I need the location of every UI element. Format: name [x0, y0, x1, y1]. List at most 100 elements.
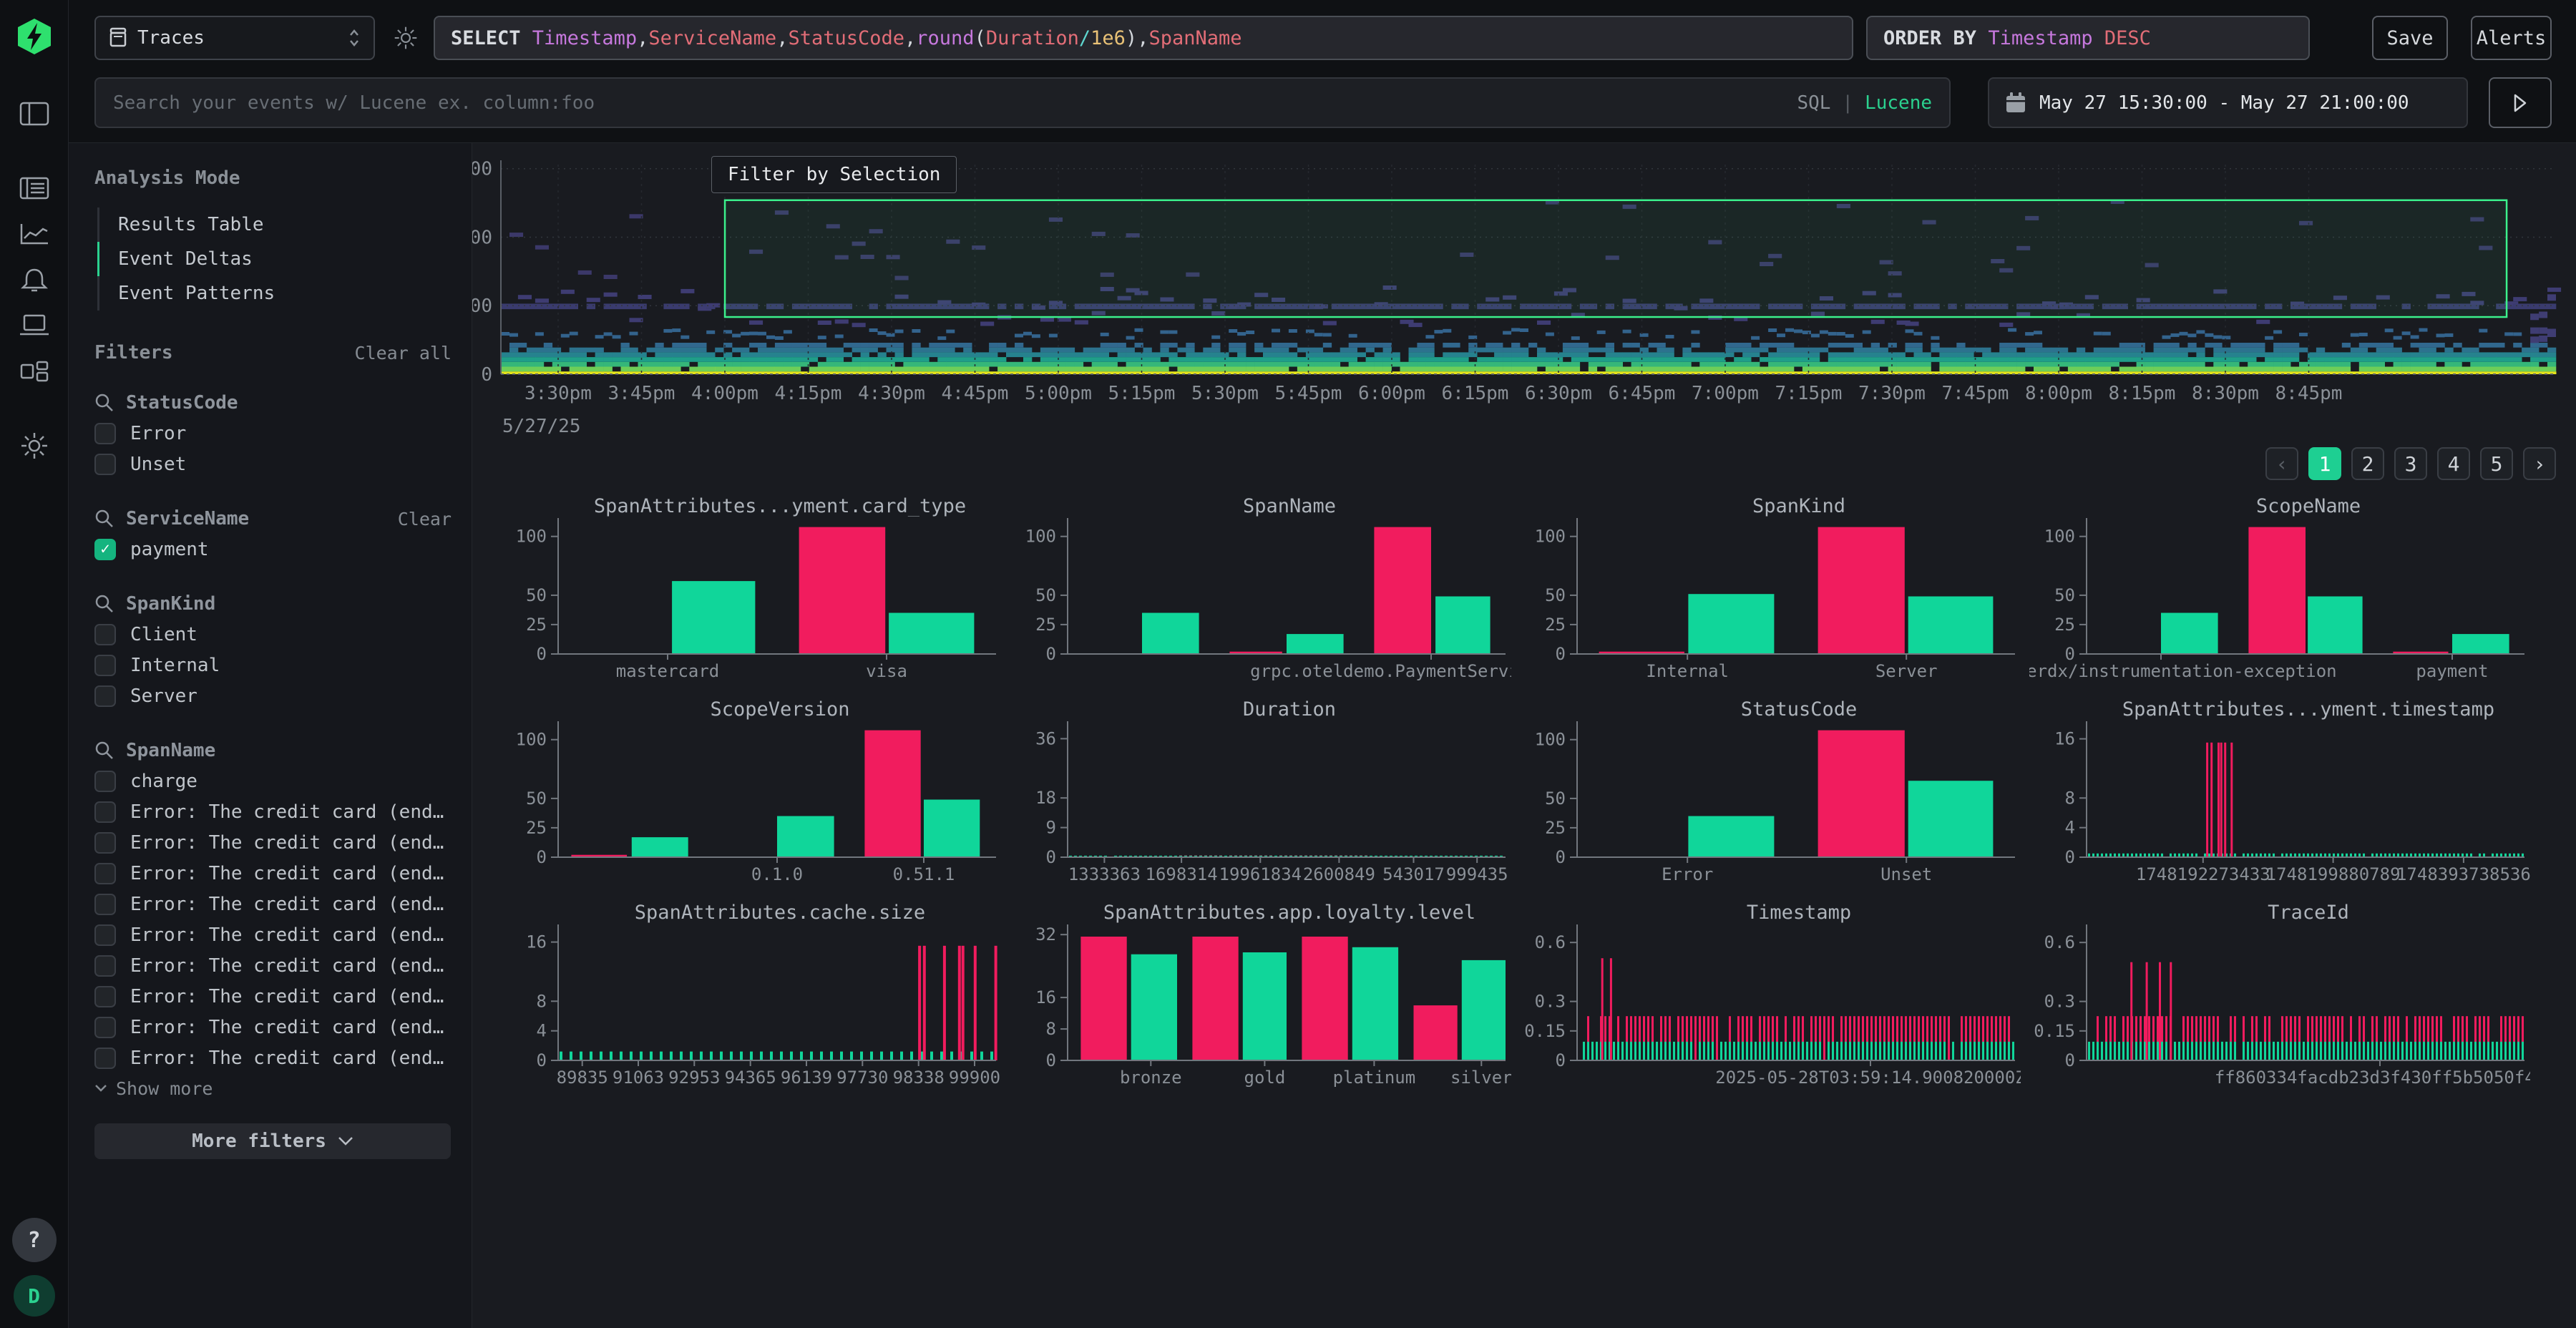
analysis-mode-results-table[interactable]: Results Table — [99, 208, 452, 242]
checkbox-unchecked[interactable] — [94, 454, 116, 475]
checkbox-unchecked[interactable] — [94, 771, 116, 792]
filter-option[interactable]: charge — [94, 766, 452, 796]
page-next-button[interactable]: › — [2523, 447, 2556, 480]
mini-chart-plot-timestamp[interactable]: 00.150.30.62025-05-28T03:59:14.900820000… — [1520, 923, 2021, 1089]
mini-chart-loyalty_level: SpanAttributes.app.loyalty.level081632br… — [1010, 902, 1511, 1094]
select-query-input[interactable]: SELECT Timestamp,ServiceName,StatusCode,… — [434, 16, 1853, 60]
analysis-mode-event-patterns[interactable]: Event Patterns — [99, 276, 452, 311]
save-button[interactable]: Save — [2372, 16, 2448, 60]
alerts-bell-icon[interactable] — [0, 257, 69, 303]
filter-option[interactable]: Error — [94, 418, 452, 449]
filter-option[interactable]: ✓payment — [94, 534, 452, 565]
date-range-picker[interactable]: May 27 15:30:00 - May 27 21:00:00 — [1988, 77, 2468, 128]
search-input[interactable]: Search your events w/ Lucene ex. column:… — [94, 77, 1951, 128]
lang-sql[interactable]: SQL — [1797, 92, 1830, 114]
search-icon — [94, 594, 114, 614]
filter-option[interactable]: Error: The credit card (end… — [94, 796, 452, 827]
analysis-mode-event-deltas[interactable]: Event Deltas — [99, 242, 452, 276]
page-2-button[interactable]: 2 — [2351, 447, 2384, 480]
filter-option-label: Error: The credit card (end… — [130, 832, 444, 854]
checkbox-unchecked[interactable] — [94, 1017, 116, 1038]
mini-chart-plot-scope_name[interactable]: 02550100@hyperdx/instrumentation-excepti… — [2029, 517, 2530, 683]
filter-option[interactable]: Error: The credit card (end… — [94, 919, 452, 950]
filter-option[interactable]: Internal — [94, 650, 452, 680]
alerts-button[interactable]: Alerts — [2471, 16, 2552, 60]
filter-by-selection-button[interactable]: Filter by Selection — [711, 156, 957, 193]
filter-option[interactable]: Error: The credit card (end… — [94, 981, 452, 1012]
sessions-icon[interactable] — [0, 303, 69, 348]
order-by-input[interactable]: ORDER BY Timestamp DESC — [1866, 16, 2310, 60]
settings-gear-icon[interactable] — [0, 423, 69, 469]
checkbox-unchecked[interactable] — [94, 624, 116, 645]
help-button[interactable]: ? — [12, 1218, 57, 1262]
mini-chart-plot-span_kind[interactable]: 02550100InternalServer — [1520, 517, 2021, 683]
checkbox-unchecked[interactable] — [94, 986, 116, 1007]
filter-option[interactable]: Error: The credit card (end… — [94, 1043, 452, 1073]
mini-chart-plot-span_name[interactable]: 02550100grpc.oteldemo.PaymentService/Cha… — [1010, 517, 1511, 683]
more-filters-button[interactable]: More filters — [94, 1123, 451, 1159]
mini-chart-plot-trace_id[interactable]: 00.150.30.6ff860334facdb23d3f430ff5b5050… — [2029, 923, 2530, 1089]
checkbox-unchecked[interactable] — [94, 685, 116, 707]
filter-option-label: Error: The credit card (end… — [130, 863, 444, 884]
source-settings-gear-icon[interactable] — [384, 16, 428, 60]
filter-option[interactable]: Error: The credit card (end… — [94, 889, 452, 919]
checkbox-unchecked[interactable] — [94, 1048, 116, 1069]
page-4-button[interactable]: 4 — [2437, 447, 2470, 480]
checkbox-unchecked[interactable] — [94, 955, 116, 977]
page-prev-button[interactable]: ‹ — [2265, 447, 2298, 480]
page-1-button[interactable]: 1 — [2308, 447, 2341, 480]
svg-text:0: 0 — [2065, 1050, 2075, 1070]
show-more-button[interactable]: Show more — [94, 1073, 452, 1103]
query-token: 1e6 — [1091, 27, 1126, 49]
dashboards-icon[interactable] — [0, 348, 69, 394]
checkbox-unchecked[interactable] — [94, 894, 116, 915]
query-token: ) — [1126, 27, 1137, 49]
mini-chart-plot-duration[interactable]: 0918361333363169831419961834260084954301… — [1010, 720, 1511, 886]
mini-chart-plot-scope_version[interactable]: 025501000.1.00.51.1 — [501, 720, 1002, 886]
mini-chart-plot-card_type[interactable]: 02550100mastercardvisa — [501, 517, 1002, 683]
mini-chart-cache_size: SpanAttributes.cache.size048168983591063… — [501, 902, 1002, 1094]
checkbox-unchecked[interactable] — [94, 801, 116, 823]
user-avatar[interactable]: D — [14, 1275, 55, 1317]
run-query-button[interactable] — [2489, 77, 2552, 128]
source-select[interactable]: Traces — [94, 16, 375, 60]
checkbox-unchecked[interactable] — [94, 655, 116, 676]
filter-option[interactable]: Unset — [94, 449, 452, 479]
checkbox-unchecked[interactable] — [94, 924, 116, 946]
query-token: , — [776, 27, 788, 49]
checkbox-unchecked[interactable] — [94, 832, 116, 854]
filter-group-spankind: SpanKindClientInternalServer — [94, 593, 452, 711]
svg-text:99900: 99900 — [949, 1068, 1000, 1088]
svg-text:4: 4 — [2065, 818, 2075, 838]
query-token: Duration — [986, 27, 1079, 49]
mini-charts-grid: SpanAttributes...yment.card_type02550100… — [501, 495, 2556, 1094]
filter-option[interactable]: Error: The credit card (end… — [94, 827, 452, 858]
filter-option-label: Internal — [130, 655, 220, 676]
checkbox-unchecked[interactable] — [94, 863, 116, 884]
checkbox-unchecked[interactable] — [94, 423, 116, 444]
filter-groups: StatusCodeErrorUnsetServiceNameClear✓pay… — [94, 392, 452, 1103]
clear-filter-button[interactable]: Clear — [398, 509, 452, 529]
mini-chart-plot-payment_timestamp[interactable]: 0481617481922734331748199880789174839373… — [2029, 720, 2530, 886]
filter-option[interactable]: Error: The credit card (end… — [94, 858, 452, 889]
page-5-button[interactable]: 5 — [2480, 447, 2513, 480]
search-events-icon[interactable] — [0, 165, 69, 211]
mini-chart-plot-status_code[interactable]: 02550100ErrorUnset — [1520, 720, 2021, 886]
mini-chart-title: SpanKind — [1520, 495, 2021, 517]
logo-icon[interactable] — [18, 19, 51, 59]
page-3-button[interactable]: 3 — [2394, 447, 2427, 480]
filter-option[interactable]: Client — [94, 619, 452, 650]
mini-chart-plot-cache_size[interactable]: 0481689835910639295394365961399773098338… — [501, 923, 1002, 1089]
filter-option[interactable]: Server — [94, 680, 452, 711]
checkbox-checked[interactable]: ✓ — [94, 539, 116, 560]
filter-option[interactable]: Error: The credit card (end… — [94, 1012, 452, 1043]
mini-chart-title: SpanName — [1010, 495, 1511, 517]
sidebar-toggle-icon[interactable] — [0, 91, 69, 137]
filter-option[interactable]: Error: The credit card (end… — [94, 950, 452, 981]
clear-all-button[interactable]: Clear all — [355, 343, 452, 363]
chart-explorer-icon[interactable] — [0, 211, 69, 257]
mini-chart-plot-loyalty_level[interactable]: 081632bronzegoldplatinumsilver — [1010, 923, 1511, 1089]
svg-text:9: 9 — [1046, 818, 1056, 838]
svg-text:grpc.oteldemo.PaymentService/C: grpc.oteldemo.PaymentService/Charge — [1250, 661, 1511, 681]
lang-lucene[interactable]: Lucene — [1865, 92, 1932, 114]
